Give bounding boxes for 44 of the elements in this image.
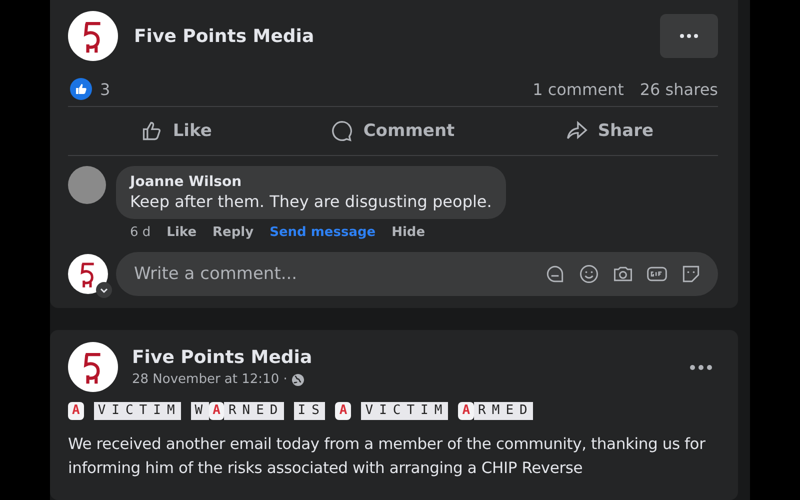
page-logo bbox=[68, 342, 118, 392]
post-author[interactable]: Five Points Media bbox=[132, 347, 670, 368]
letter-tiles: VICTIM bbox=[361, 402, 448, 420]
speech-bubble-icon bbox=[331, 120, 354, 142]
post-author[interactable]: Five Points Media bbox=[134, 26, 644, 46]
letter-emoji: A bbox=[458, 402, 474, 420]
like-reaction-icon bbox=[70, 78, 92, 100]
letter-tiles: VICTIM bbox=[94, 402, 181, 420]
comment-count[interactable]: 1 comment bbox=[532, 80, 624, 98]
comment-text: Keep after them. They are disgusting people. bbox=[130, 192, 492, 211]
reaction-count[interactable]: 3 bbox=[100, 80, 110, 98]
commenter-logo bbox=[68, 254, 108, 294]
letter-tiles: RNED bbox=[224, 402, 284, 420]
comment-input-field[interactable]: Write a comment... bbox=[132, 263, 532, 285]
share-count[interactable]: 26 shares bbox=[640, 80, 718, 98]
sticker-icon[interactable] bbox=[680, 263, 702, 285]
letter-tiles: RMED bbox=[474, 402, 534, 420]
share-arrow-icon bbox=[566, 120, 588, 142]
comment-button[interactable]: Comment bbox=[284, 107, 502, 155]
page-logo bbox=[68, 11, 118, 61]
letter-emoji: A bbox=[68, 402, 84, 420]
globe-icon bbox=[291, 372, 306, 386]
comment-action-link[interactable]: Send message bbox=[270, 225, 376, 240]
post-timestamp[interactable]: 28 November at 12:10 · bbox=[132, 372, 288, 387]
chevron-down-icon[interactable] bbox=[96, 282, 112, 298]
letter-tiles: IS bbox=[294, 402, 326, 420]
comment-action-link[interactable]: Reply bbox=[212, 225, 254, 240]
comment-composer[interactable]: Write a comment... bbox=[116, 252, 718, 296]
smiley-icon[interactable] bbox=[578, 263, 600, 285]
letter-emoji: A bbox=[335, 402, 352, 420]
letter-emoji: A bbox=[208, 402, 224, 420]
comment-time[interactable]: 6 d bbox=[130, 225, 151, 240]
avatar bbox=[68, 166, 106, 204]
comment-action-link[interactable]: Hide bbox=[392, 225, 426, 240]
share-button[interactable]: Share bbox=[501, 107, 718, 155]
post-text: We received another email today from a member of the community, thanking us for informing him of the risks associated with arranging a CHIP Reverse bbox=[68, 434, 706, 479]
letter-tiles: W bbox=[190, 402, 209, 420]
commenter-name[interactable]: Joanne Wilson bbox=[130, 174, 492, 190]
more-icon bbox=[690, 364, 712, 370]
thumbs-up-icon bbox=[140, 120, 163, 142]
like-button[interactable]: Like bbox=[68, 107, 285, 155]
more-icon bbox=[680, 34, 698, 38]
comment-action-link[interactable]: Like bbox=[166, 225, 197, 240]
avatar-sticker-icon[interactable] bbox=[544, 263, 566, 285]
